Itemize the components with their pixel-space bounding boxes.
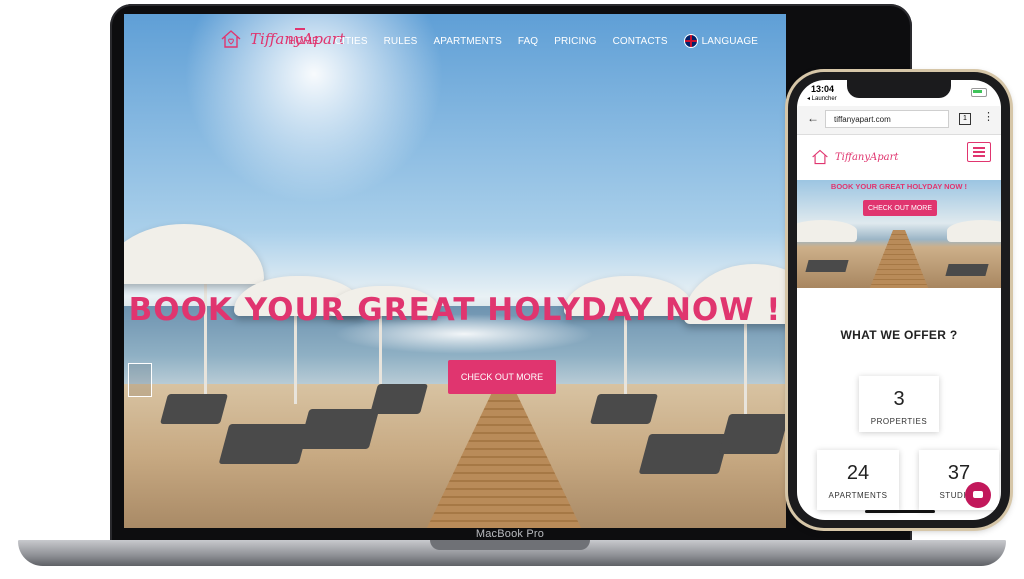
offer-title: WHAT WE OFFER ? — [840, 328, 958, 342]
nav-apartments[interactable]: APARTMENTS — [433, 36, 501, 47]
more-icon[interactable]: ⋮ — [983, 110, 994, 123]
mobile-check-out-more-button[interactable]: CHECK OUT MORE — [863, 200, 937, 216]
language-selector[interactable]: LANGUAGE — [683, 34, 758, 48]
laptop-screen: TiffanyApart HOME CITIES RULES APARTMENT… — [124, 14, 786, 528]
house-logo-icon — [812, 149, 828, 165]
mobile-hero-title: BOOK YOUR GREAT HOLYDAY NOW ! — [830, 182, 968, 191]
phone-screen: 13:04 ◂ Launcher ← tiffanyapart.com 1 ⋮ … — [797, 80, 1001, 520]
slider-prev-arrow[interactable] — [128, 363, 152, 397]
stat-value: 24 — [846, 462, 870, 484]
nav-faq[interactable]: FAQ — [518, 36, 538, 47]
stat-value: 3 — [893, 388, 905, 410]
main-menu: HOME CITIES RULES APARTMENTS FAQ PRICING… — [288, 27, 758, 48]
check-out-more-button[interactable]: CHECK OUT MORE — [448, 360, 556, 394]
mobile-logo[interactable]: TiffanyApart — [811, 148, 898, 166]
nav-contacts[interactable]: CONTACTS — [613, 36, 668, 47]
status-time: 13:04 — [811, 84, 835, 94]
device-label: MacBook Pro — [475, 528, 545, 540]
hero-background — [124, 14, 786, 528]
hero-title: BOOK YOUR GREAT HOLYDAY NOW ! — [128, 292, 782, 328]
browser-bar: ← tiffanyapart.com 1 ⋮ — [797, 106, 1001, 135]
home-indicator — [865, 510, 935, 513]
battery-icon — [971, 88, 987, 97]
stat-card-properties: 3 PROPERTIES — [859, 376, 939, 432]
hamburger-menu-icon[interactable] — [967, 142, 991, 162]
mobile-hero: BOOK YOUR GREAT HOLYDAY NOW ! CHECK OUT … — [797, 180, 1001, 288]
chat-icon[interactable] — [965, 482, 991, 508]
stat-value: 37 — [947, 462, 971, 484]
language-label: LANGUAGE — [701, 35, 758, 47]
phone-notch — [847, 80, 951, 98]
uk-flag-icon — [683, 34, 698, 48]
status-launcher[interactable]: ◂ Launcher — [807, 95, 837, 102]
stat-label: APARTMENTS — [828, 491, 888, 500]
url-field[interactable]: tiffanyapart.com — [825, 110, 949, 128]
house-logo-icon — [221, 30, 241, 48]
stat-label: PROPERTIES — [870, 417, 928, 426]
laptop-notch — [430, 540, 590, 550]
stat-card-apartments: 24 APARTMENTS — [817, 450, 899, 510]
back-arrow-icon[interactable]: ← — [807, 111, 819, 125]
mobile-header: TiffanyApart — [797, 136, 1001, 180]
nav-rules[interactable]: RULES — [384, 36, 418, 47]
top-navigation: TiffanyApart HOME CITIES RULES APARTMENT… — [124, 14, 786, 64]
nav-cities[interactable]: CITIES — [335, 36, 368, 47]
nav-pricing[interactable]: PRICING — [554, 36, 596, 47]
mobile-logo-text: TiffanyApart — [835, 151, 899, 163]
tab-count[interactable]: 1 — [959, 113, 971, 125]
nav-home[interactable]: HOME — [288, 27, 319, 47]
